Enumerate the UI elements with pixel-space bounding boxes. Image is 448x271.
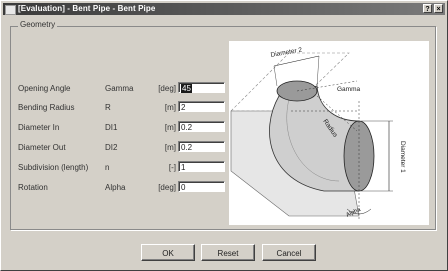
rotation-unit: [deg] <box>158 183 176 192</box>
bent-pipe-diagram: Diameter 2 Diameter 1 Gamma Radius Alpha <box>229 41 429 225</box>
bending-radius-input[interactable]: 2 <box>178 101 225 112</box>
opening-angle-symbol: Gamma <box>105 84 134 93</box>
diameter2-ext-left <box>273 65 278 87</box>
diameter-out-unit: [m] <box>164 143 176 152</box>
diameter-in-input[interactable]: 0.2 <box>178 121 225 132</box>
field-row-rotation: Rotation Alpha [deg] 0 <box>18 181 226 194</box>
diameter-out-input[interactable]: 0.2 <box>178 141 225 152</box>
cancel-button[interactable]: Cancel <box>262 244 316 261</box>
rotation-symbol: Alpha <box>105 183 126 192</box>
diameter-in-unit: [m] <box>164 123 176 132</box>
help-button[interactable]: ? <box>423 4 432 13</box>
geometry-group-label: Geometry <box>18 20 58 29</box>
reset-button[interactable]: Reset <box>201 244 255 261</box>
diameter-out-label: Diameter Out <box>18 143 66 152</box>
opening-angle-value: 45 <box>181 84 192 93</box>
field-row-diameter-out: Diameter Out DI2 [m] 0.2 <box>18 141 226 154</box>
diameter1-label: Diameter 1 <box>399 141 406 173</box>
bending-radius-unit: [m] <box>164 103 176 112</box>
subdivision-input[interactable]: 1 <box>178 161 225 172</box>
opening-angle-label: Opening Angle <box>18 84 71 93</box>
ok-button[interactable]: OK <box>141 244 195 261</box>
diameter-in-label: Diameter In <box>18 123 60 132</box>
opening-angle-input[interactable]: 45 <box>178 82 225 93</box>
bending-radius-symbol: R <box>105 103 111 112</box>
rotation-label: Rotation <box>18 183 48 192</box>
window-title: [Evaluation] - Bent Pipe - Bent Pipe <box>18 4 156 13</box>
outlet-ellipse <box>343 120 375 192</box>
rotation-input[interactable]: 0 <box>178 181 225 192</box>
bent-pipe-drawing: Diameter 2 Diameter 1 Gamma Radius Alpha <box>230 46 406 221</box>
close-button[interactable]: × <box>434 4 443 13</box>
app-icon <box>5 5 16 15</box>
field-row-opening-angle: Opening Angle Gamma [deg] 45 <box>18 82 226 95</box>
field-row-diameter-in: Diameter In DI1 [m] 0.2 <box>18 121 226 134</box>
opening-angle-unit: [deg] <box>158 84 176 93</box>
subdivision-unit: [-] <box>168 163 176 172</box>
diameter2-label: Diameter 2 <box>270 46 303 58</box>
field-row-subdivision: Subdivision (length) n [-] 1 <box>18 161 226 174</box>
field-row-bending-radius: Bending Radius R [m] 2 <box>18 101 226 114</box>
diameter2-ext-right <box>316 55 320 87</box>
diameter-out-symbol: DI2 <box>105 143 118 152</box>
subdivision-symbol: n <box>105 163 110 172</box>
title-bar: [Evaluation] - Bent Pipe - Bent Pipe ? × <box>3 3 445 15</box>
diameter-in-symbol: DI1 <box>105 123 118 132</box>
gamma-label: Gamma <box>337 86 361 93</box>
subdivision-label: Subdivision (length) <box>18 163 89 172</box>
bending-radius-label: Bending Radius <box>18 103 75 112</box>
